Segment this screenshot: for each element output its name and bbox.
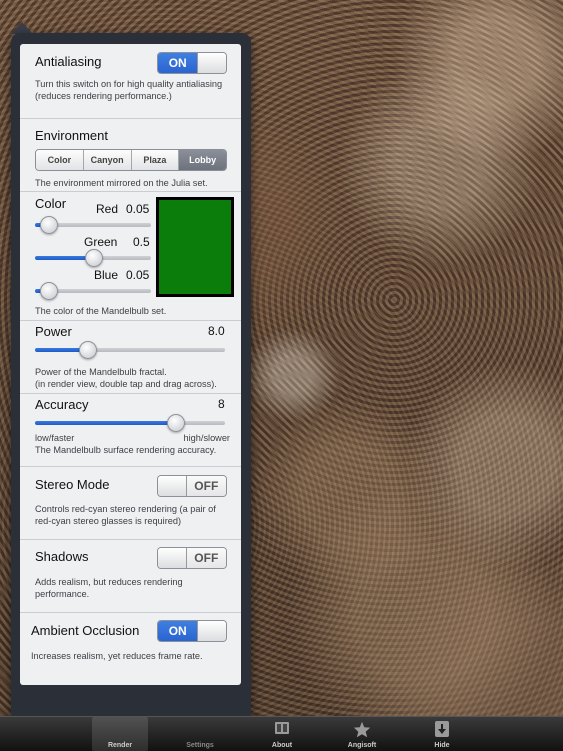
green-value: 0.5 xyxy=(133,235,150,249)
stereo-switch[interactable]: OFF xyxy=(157,475,227,497)
env-option-plaza[interactable]: Plaza xyxy=(131,150,180,170)
blue-value: 0.05 xyxy=(126,268,150,282)
shadows-title: Shadows xyxy=(35,549,89,564)
tab-hide-label: Hide xyxy=(434,742,450,749)
color-swatch xyxy=(156,197,234,297)
color-title: Color xyxy=(35,196,67,211)
green-label: Green xyxy=(84,235,118,249)
accuracy-max-label: high/slower xyxy=(183,433,230,443)
shadows-switch-label: OFF xyxy=(186,548,226,568)
color-description: The color of the Mandelbulb set. xyxy=(35,306,167,316)
tab-render[interactable]: Render xyxy=(92,717,148,751)
blue-label: Blue xyxy=(94,268,119,282)
tab-angisoft-label: Angisoft xyxy=(347,742,377,749)
tab-hide[interactable]: Hide xyxy=(414,717,470,751)
green-slider-thumb[interactable] xyxy=(85,249,103,267)
accuracy-slider-thumb[interactable] xyxy=(167,414,185,432)
power-description: Power of the Mandelbulb fractal. (in ren… xyxy=(35,367,217,389)
stereo-description: Controls red-cyan stereo rendering (a pa… xyxy=(35,504,216,526)
env-option-color[interactable]: Color xyxy=(36,150,84,170)
shadows-description: Adds realism, but reduces rendering perf… xyxy=(35,577,183,599)
accuracy-slider[interactable] xyxy=(35,414,225,432)
shadows-section: Shadows OFF Adds realism, but reduces re… xyxy=(20,540,241,613)
red-value: 0.05 xyxy=(126,202,150,216)
red-label: Red xyxy=(96,202,119,216)
green-slider[interactable] xyxy=(35,249,151,267)
tab-settings-label: Settings xyxy=(186,742,214,749)
accuracy-value: 8 xyxy=(218,397,225,411)
power-section: Power 8.0 Power of the Mandelbulb fracta… xyxy=(20,321,241,394)
book-icon xyxy=(274,721,290,740)
power-value: 8.0 xyxy=(208,324,225,338)
accuracy-section: Accuracy 8 low/faster high/slower The Ma… xyxy=(20,394,241,467)
power-slider-thumb[interactable] xyxy=(79,341,97,359)
blue-slider[interactable] xyxy=(35,282,151,300)
stereo-switch-label: OFF xyxy=(186,476,226,496)
tab-render-label: Render xyxy=(107,742,133,749)
antialiasing-description: Turn this switch on for high quality ant… xyxy=(35,79,223,101)
stereo-title: Stereo Mode xyxy=(35,477,110,492)
ambient-occlusion-switch[interactable]: ON xyxy=(157,620,227,642)
tab-about[interactable]: About xyxy=(254,717,310,751)
switch-knob xyxy=(197,621,226,641)
shadows-switch[interactable]: OFF xyxy=(157,547,227,569)
environment-title: Environment xyxy=(35,128,108,143)
ambient-occlusion-description: Increases realism, yet reduces frame rat… xyxy=(31,651,203,661)
environment-segmented-control: Color Canyon Plaza Lobby xyxy=(35,149,227,171)
tab-angisoft[interactable]: Angisoft xyxy=(334,717,390,751)
env-option-canyon[interactable]: Canyon xyxy=(83,150,132,170)
antialiasing-title: Antialiasing xyxy=(35,54,102,69)
color-section: Color Red 0.05 Green 0.5 Blue 0.05 The c… xyxy=(20,192,241,321)
environment-section: Environment Color Canyon Plaza Lobby The… xyxy=(20,119,241,192)
red-slider[interactable] xyxy=(35,216,151,234)
switch-knob xyxy=(197,53,226,73)
power-title: Power xyxy=(35,324,72,339)
settings-panel: Antialiasing ON Turn this switch on for … xyxy=(20,44,241,685)
switch-knob xyxy=(158,476,187,496)
blue-slider-thumb[interactable] xyxy=(40,282,58,300)
ambient-occlusion-switch-label: ON xyxy=(158,621,198,641)
tab-settings[interactable]: Settings xyxy=(172,717,228,751)
star-icon xyxy=(353,721,371,743)
download-arrow-icon xyxy=(435,721,449,742)
antialiasing-switch-label: ON xyxy=(158,53,198,73)
ambient-occlusion-title: Ambient Occlusion xyxy=(31,623,140,638)
power-slider[interactable] xyxy=(35,341,225,359)
red-slider-thumb[interactable] xyxy=(40,216,58,234)
accuracy-title: Accuracy xyxy=(35,397,89,412)
stereo-section: Stereo Mode OFF Controls red-cyan stereo… xyxy=(20,467,241,540)
ambient-occlusion-section: Ambient Occlusion ON Increases realism, … xyxy=(20,613,241,685)
antialiasing-switch[interactable]: ON xyxy=(157,52,227,74)
environment-description: The environment mirrored on the Julia se… xyxy=(35,178,208,188)
tab-about-label: About xyxy=(271,742,293,749)
env-option-lobby[interactable]: Lobby xyxy=(179,150,226,170)
accuracy-description: The Mandelbulb surface rendering accurac… xyxy=(35,445,217,455)
switch-knob xyxy=(158,548,187,568)
antialiasing-section: Antialiasing ON Turn this switch on for … xyxy=(20,44,241,119)
bottom-toolbar: Render Settings About Angisoft Hide xyxy=(0,716,563,751)
